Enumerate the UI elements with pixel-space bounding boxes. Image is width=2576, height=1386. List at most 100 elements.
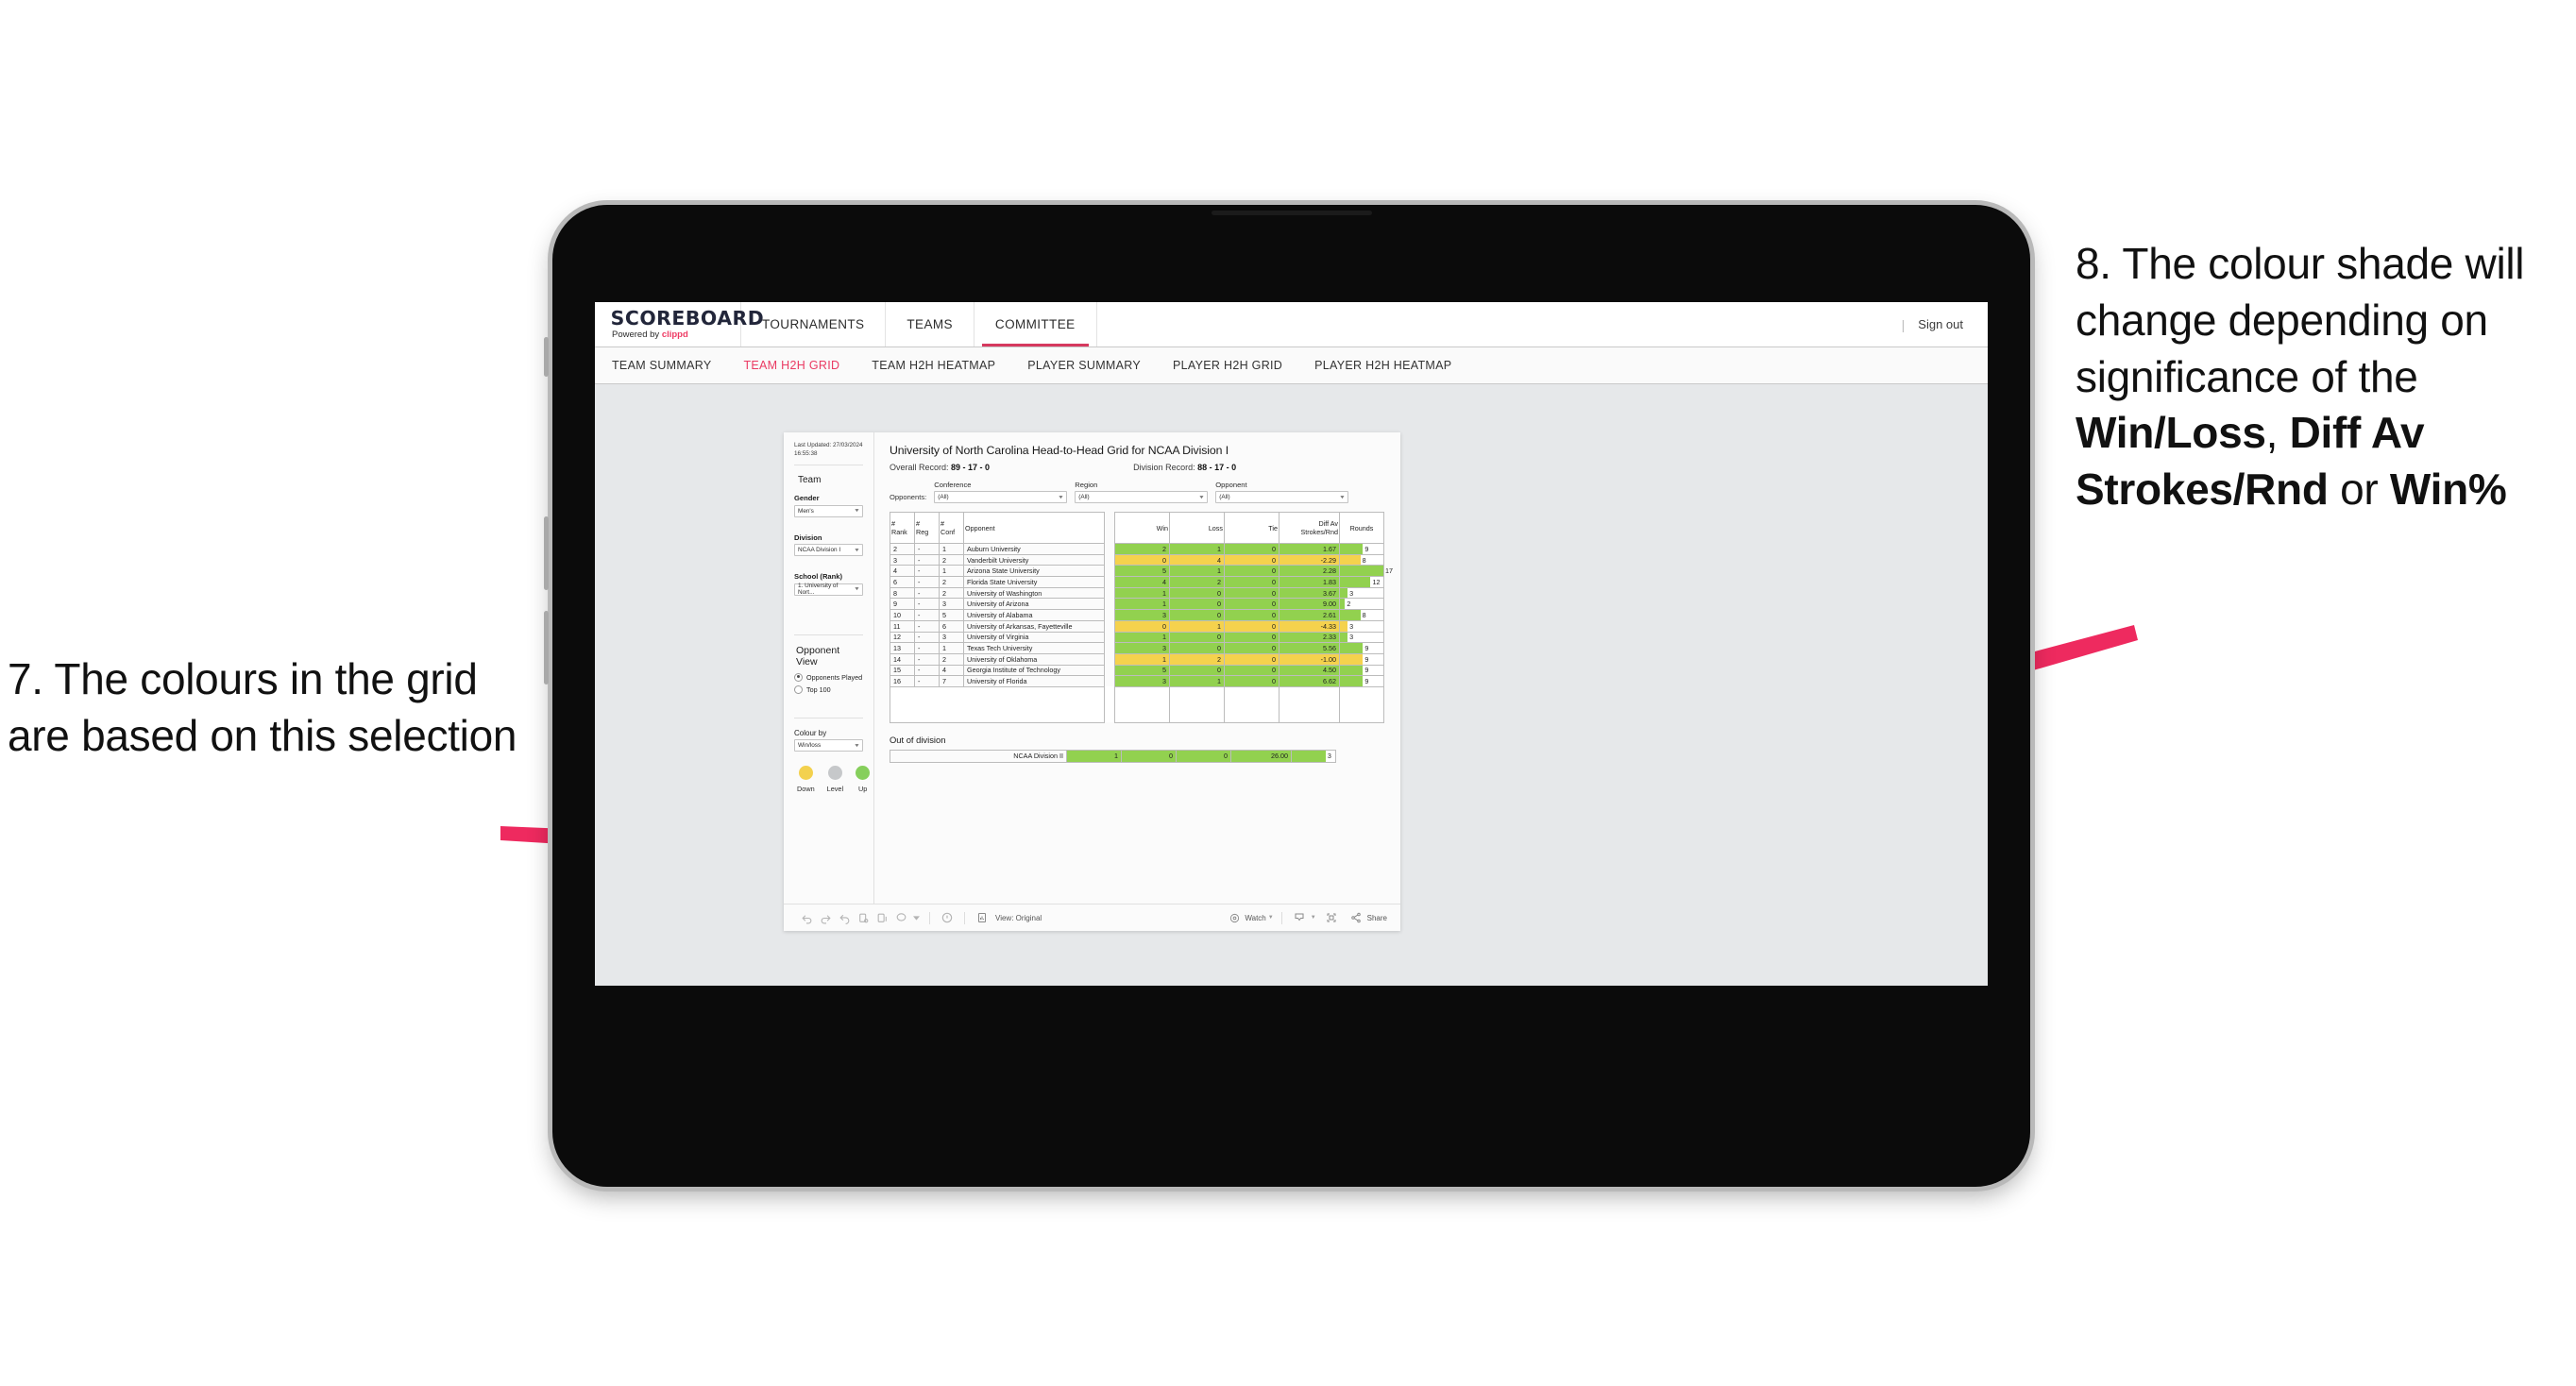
h2h-table-head: # Rank # Reg # Conf Opponent Win Loss Tie D… [890,512,1384,544]
gender-select[interactable]: Men's ▼ [794,504,863,517]
tab-team-h2h-heatmap[interactable]: TEAM H2H HEATMAP [856,359,1011,372]
alert-icon[interactable] [938,909,957,926]
logo-title: SCOREBOARD [610,307,765,330]
rounds-bar [1340,587,1348,599]
share-label[interactable]: Share [1367,914,1387,922]
ood-diff: 26.00 [1230,749,1292,763]
cell-reg: - [914,675,940,687]
table-row: 12-3 University of Virginia 1 0 0 2.33 3 [890,631,1384,644]
cell-rounds: 3 [1339,631,1384,644]
col-reg: # Reg [914,512,940,544]
logo-brand-clippd: clippd [661,330,688,341]
colour-by-select[interactable]: Win/loss ▼ [794,739,863,752]
cell-spacer [1105,544,1115,555]
ood-rounds-value: 3 [1327,752,1331,761]
division-value: NCAA Division I [798,547,841,553]
cell-loss: 1 [1169,543,1225,555]
tab-player-summary[interactable]: PLAYER SUMMARY [1011,359,1157,372]
chevron-down-icon[interactable]: ▼ [1268,915,1274,921]
tab-player-h2h-heatmap[interactable]: PLAYER H2H HEATMAP [1298,359,1467,372]
cell-opponent: Arizona State University [963,565,1105,578]
comment-icon[interactable] [891,909,910,926]
pause-icon[interactable] [873,909,891,926]
rounds-value: 8 [1362,555,1366,565]
rounds-bar [1340,554,1361,566]
chevron-down-icon: ▼ [854,586,860,592]
refresh-icon[interactable] [854,909,873,926]
revert-icon[interactable] [835,909,854,926]
cell-loss: 1 [1169,619,1225,633]
tab-player-h2h-grid[interactable]: PLAYER H2H GRID [1157,359,1298,372]
cell-rank: 2 [890,543,915,555]
cell-spacer [1105,599,1115,610]
view-original-icon[interactable] [973,909,991,926]
watch-label[interactable]: Watch [1245,914,1265,922]
region-label: Region [1075,481,1098,489]
conference-select[interactable]: (All) ▼ [934,491,1068,503]
watch-icon[interactable] [1225,909,1244,926]
chevron-down-icon[interactable]: ▼ [1311,915,1316,921]
cell-win: 1 [1114,652,1170,666]
chevron-down-icon: ▼ [854,742,860,749]
cell-loss: 0 [1169,609,1225,621]
radio-top-100[interactable]: Top 100 [794,685,863,694]
tab-team-h2h-grid[interactable]: TEAM H2H GRID [727,359,856,372]
col-rounds: Rounds [1339,512,1384,544]
region-select[interactable]: (All) ▼ [1075,491,1209,503]
cell-tie: 0 [1224,576,1280,588]
colour-by-label: Colour by [794,728,827,737]
download-icon[interactable] [1290,909,1309,926]
cell-reg: - [914,598,940,611]
cell-diff: 6.62 [1279,675,1340,687]
cell-win: 2 [1114,543,1170,555]
share-icon[interactable] [1347,909,1365,926]
rounds-value: 9 [1364,644,1369,653]
col-reg-l1: # [916,519,920,528]
annotation-8-bold3: Win% [2389,465,2507,515]
out-of-division-body: NCAA Division II 1 0 0 26.00 3 [890,749,1336,763]
division-select[interactable]: NCAA Division I ▼ [794,544,863,556]
table-row: 6-2 Florida State University 4 2 0 1.83 12 [890,576,1384,588]
cell-rounds: 9 [1339,664,1384,677]
nav-item-tournaments[interactable]: TOURNAMENTS [741,302,887,346]
nav-item-teams[interactable]: TEAMS [886,302,974,346]
rounds-value: 9 [1364,677,1369,686]
filter-sidebar: Last Updated: 27/03/2024 16:55:38 Team G… [784,432,874,904]
school-select[interactable]: 1. University of Nort... ▼ [794,583,863,596]
radio-opponents-played[interactable]: Opponents Played [794,672,863,682]
cell-reg: - [914,642,940,654]
cell-win: 0 [1114,619,1170,633]
cell-reg: - [914,631,940,644]
table-row: 14-2 University of Oklahoma 1 2 0 -1.00 9 [890,652,1384,666]
fullscreen-icon[interactable] [1322,909,1341,926]
cell-rank: 16 [890,675,915,687]
nav-item-committee[interactable]: COMMITTEE [974,302,1097,346]
cell-win: 0 [1114,553,1170,566]
ood-tie: 0 [1176,749,1231,763]
chevron-down-icon: ▼ [1339,494,1347,500]
cell-spacer [1105,577,1115,588]
radio-icon-unselected [794,685,803,694]
region-value: (All) [1078,494,1090,500]
cell-diff: 5.56 [1279,642,1340,654]
tablet-volume-up-button [544,516,549,590]
cell-empty [1279,685,1340,723]
opponent-select[interactable]: (All) ▼ [1215,491,1349,503]
opponent-filter: Opponent (All) ▼ [1215,481,1349,503]
overall-record-label: Overall Record: [890,463,952,472]
rounds-value: 3 [1349,621,1354,631]
table-row: 3-2 Vanderbilt University 0 4 0 -2.29 8 [890,553,1384,566]
opponents-label: Opponents: [890,493,927,501]
tab-team-summary[interactable]: TEAM SUMMARY [612,359,727,372]
table-row: 13-1 Texas Tech University 3 0 0 5.56 9 [890,642,1384,654]
undo-icon[interactable] [797,909,816,926]
redo-icon[interactable] [816,909,835,926]
sign-out-link[interactable]: Sign out [1918,317,1963,331]
cell-win: 3 [1114,609,1170,621]
app-logo[interactable]: SCOREBOARD Powered by clippd [595,302,765,346]
cell-diff: 2.28 [1279,565,1340,578]
h2h-header-row: # Rank # Reg # Conf Opponent Win Loss Tie D… [890,512,1384,544]
view-original-label[interactable]: View: Original [995,914,1042,922]
chevron-down-icon[interactable] [910,909,922,926]
